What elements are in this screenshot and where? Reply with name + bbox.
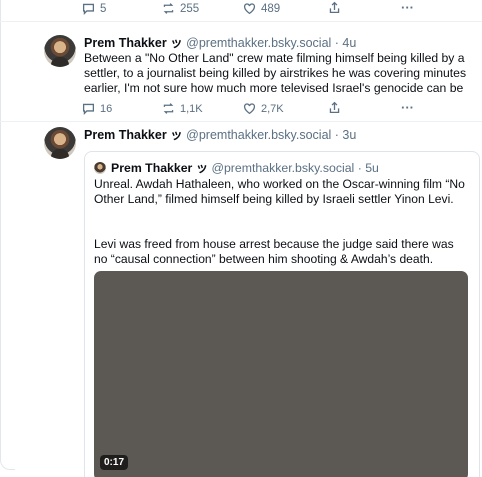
like-button[interactable]: 2,7K xyxy=(243,102,284,115)
quoted-post-text: Unreal. Awdah Hathaleen, who worked on t… xyxy=(94,177,465,206)
top-action-bar: 5 255 489 ··· xyxy=(0,0,482,18)
more-button[interactable]: ··· xyxy=(401,0,414,15)
post-divider xyxy=(0,121,482,122)
reply-count: 5 xyxy=(100,2,107,15)
like-button[interactable]: 489 xyxy=(243,2,280,15)
reply-icon xyxy=(82,103,95,115)
share-button[interactable] xyxy=(328,1,341,14)
share-icon xyxy=(329,1,340,14)
feed-corner xyxy=(0,455,15,470)
post-divider xyxy=(0,21,482,22)
like-icon xyxy=(243,103,256,115)
author-name[interactable]: Prem Thakker ッ xyxy=(84,128,183,142)
video-duration: 0:17 xyxy=(100,455,129,470)
feed: 5 255 489 ··· Prem Thakker ッ @premthakke… xyxy=(0,0,482,477)
quoted-post-header: Prem Thakker ッ @premthakker.bsky.social … xyxy=(111,160,379,176)
quoted-author-handle: @premthakker.bsky.social xyxy=(211,161,355,175)
reply-count: 16 xyxy=(100,102,113,115)
video-player[interactable]: 0:17 xyxy=(94,271,468,477)
post1-action-bar: 16 1,1K 2,7K ··· xyxy=(0,100,482,118)
repost-icon xyxy=(163,3,174,14)
more-icon: ··· xyxy=(401,0,414,15)
quoted-author-name: Prem Thakker ッ xyxy=(111,161,209,175)
author-handle[interactable]: @premthakker.bsky.social xyxy=(186,36,331,50)
quoted-post-time: · 5u xyxy=(357,161,379,175)
reply-button[interactable]: 16 xyxy=(82,102,112,115)
author-name[interactable]: Prem Thakker ッ xyxy=(84,36,183,50)
share-button[interactable] xyxy=(328,101,341,114)
repost-icon xyxy=(163,103,174,114)
more-button[interactable]: ··· xyxy=(401,100,414,115)
like-count: 489 xyxy=(261,2,281,15)
quoted-post-card[interactable]: Prem Thakker ッ @premthakker.bsky.social … xyxy=(84,151,480,477)
repost-button[interactable]: 1,1K xyxy=(162,102,203,115)
feed-border xyxy=(0,0,1,460)
quoted-avatar xyxy=(94,162,106,174)
more-icon: ··· xyxy=(401,100,414,115)
avatar[interactable] xyxy=(44,35,76,67)
quoted-post-text-2: Levi was freed from house arrest because… xyxy=(94,237,454,266)
post-header: Prem Thakker ッ @premthakker.bsky.social … xyxy=(84,127,356,143)
like-icon xyxy=(243,3,256,15)
repost-count: 1,1K xyxy=(180,102,203,115)
post-time[interactable]: · 4u xyxy=(335,36,357,50)
reply-icon xyxy=(82,3,95,15)
repost-count: 255 xyxy=(180,2,200,15)
like-count: 2,7K xyxy=(261,102,284,115)
post-text: Between a "No Other Land" crew mate film… xyxy=(84,51,467,95)
reply-button[interactable]: 5 xyxy=(82,2,106,15)
repost-button[interactable]: 255 xyxy=(162,2,199,15)
post-header: Prem Thakker ッ @premthakker.bsky.social … xyxy=(84,35,356,51)
share-icon xyxy=(329,101,340,114)
post-time[interactable]: · 3u xyxy=(335,128,357,142)
avatar[interactable] xyxy=(44,127,76,159)
author-handle[interactable]: @premthakker.bsky.social xyxy=(186,128,331,142)
